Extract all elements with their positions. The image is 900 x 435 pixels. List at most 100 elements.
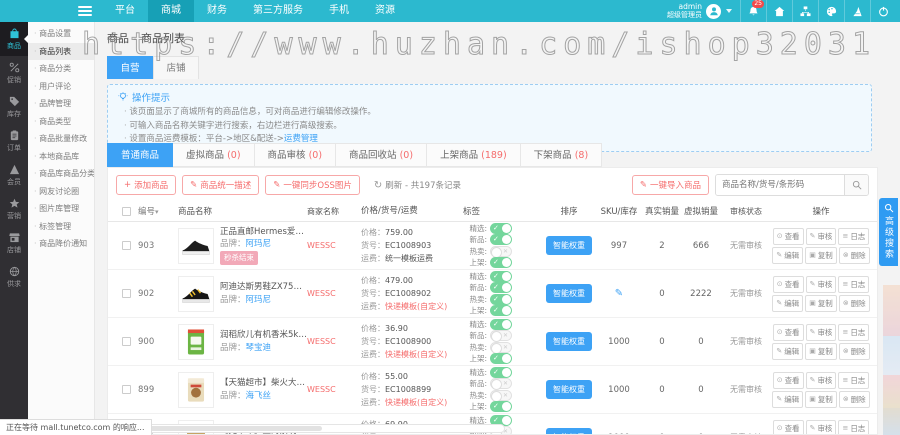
product-name[interactable]: 正品直邮Hermes爱马仕2017新款男鞋 时.. xyxy=(220,226,307,239)
submenu-local-library[interactable]: 本地商品库 xyxy=(28,148,94,166)
add-product-button[interactable]: +添加商品 xyxy=(116,175,176,195)
brand-link[interactable]: 阿玛尼 xyxy=(246,295,272,305)
toggle-hot[interactable] xyxy=(490,294,512,305)
op-view-button[interactable]: ⊙查看 xyxy=(773,372,804,389)
toggle-onsale[interactable] xyxy=(490,353,512,364)
toggle-hot[interactable] xyxy=(490,246,512,257)
merchant-name[interactable]: WESSC xyxy=(307,385,361,394)
toggle-new[interactable] xyxy=(490,282,512,293)
sidebar-item-supply[interactable]: 供求 xyxy=(0,260,28,294)
smart-weight-button[interactable]: 智能权重 xyxy=(546,428,592,435)
advanced-search-button[interactable]: 高级搜索 xyxy=(879,198,898,266)
sidebar-item-order[interactable]: 订单 xyxy=(0,124,28,158)
tab-off-sale[interactable]: 下架商品 (8) xyxy=(521,143,603,167)
sidebar-item-member[interactable]: 会员 xyxy=(0,158,28,192)
op-delete-button[interactable]: ⊗删除 xyxy=(839,295,870,312)
submenu-goods-category[interactable]: 商品分类 xyxy=(28,60,94,78)
toggle-new[interactable] xyxy=(490,234,512,245)
op-delete-button[interactable]: ⊗删除 xyxy=(839,247,870,264)
nav-item-platform[interactable]: 平台 xyxy=(102,0,148,22)
nav-item-resource[interactable]: 资源 xyxy=(362,0,408,22)
op-audit-button[interactable]: ✎审核 xyxy=(806,420,837,435)
brand-link[interactable]: 海飞丝 xyxy=(246,391,272,401)
tab-shops[interactable]: 店铺 xyxy=(153,56,199,79)
toggle-hot[interactable] xyxy=(490,342,512,353)
row-checkbox[interactable] xyxy=(122,385,131,394)
nav-item-mobile[interactable]: 手机 xyxy=(316,0,362,22)
submenu-library-category[interactable]: 商品库商品分类 xyxy=(28,165,94,183)
op-delete-button[interactable]: ⊗删除 xyxy=(839,391,870,408)
avatar[interactable] xyxy=(706,4,721,19)
submenu-goods-list[interactable]: 商品列表 xyxy=(28,43,94,61)
toggle-featured[interactable] xyxy=(490,223,512,234)
op-copy-button[interactable]: ▣复制 xyxy=(805,391,837,408)
merchant-name[interactable]: WESSC xyxy=(307,241,361,250)
row-checkbox[interactable] xyxy=(122,241,131,250)
op-edit-button[interactable]: ✎编辑 xyxy=(772,247,803,264)
clear-icon[interactable] xyxy=(844,0,870,22)
product-name[interactable]: 润稻欣儿有机香米5kg 香稻新米 西班牙大.. xyxy=(220,329,307,342)
tab-recycle-bin[interactable]: 商品回收站 (0) xyxy=(336,143,427,167)
import-products-button[interactable]: ✎一键导入商品 xyxy=(632,175,709,195)
toggle-featured[interactable] xyxy=(490,319,512,330)
oss-sync-button[interactable]: ✎一键同步OSS图片 xyxy=(265,175,360,195)
sidebar-item-promotion[interactable]: 促销 xyxy=(0,56,28,90)
op-copy-button[interactable]: ▣复制 xyxy=(805,295,837,312)
tab-normal-goods[interactable]: 普通商品 xyxy=(107,143,173,167)
refresh-control[interactable]: ↻刷新 - 共197条记录 xyxy=(374,179,461,191)
toggle-onsale[interactable] xyxy=(490,257,512,268)
op-log-button[interactable]: ≡日志 xyxy=(838,228,869,245)
toggle-featured[interactable] xyxy=(490,367,512,378)
submenu-price-notice[interactable]: 商品降价通知 xyxy=(28,235,94,253)
op-view-button[interactable]: ⊙查看 xyxy=(773,324,804,341)
toggle-new[interactable] xyxy=(490,378,512,389)
nav-item-thirdparty[interactable]: 第三方服务 xyxy=(240,0,316,22)
header-id[interactable]: 编号▾ xyxy=(138,205,178,217)
submenu-discussion[interactable]: 网友讨论圈 xyxy=(28,183,94,201)
nav-item-finance[interactable]: 财务 xyxy=(194,0,240,22)
search-input[interactable] xyxy=(716,175,844,195)
sidebar-item-marketing[interactable]: 营销 xyxy=(0,192,28,226)
op-edit-button[interactable]: ✎编辑 xyxy=(772,295,803,312)
select-all-checkbox[interactable] xyxy=(122,207,131,216)
tab-on-sale[interactable]: 上架商品 (189) xyxy=(427,143,521,167)
submenu-image-library[interactable]: 图片库管理 xyxy=(28,200,94,218)
op-log-button[interactable]: ≡日志 xyxy=(838,276,869,293)
op-copy-button[interactable]: ▣复制 xyxy=(805,343,837,360)
submenu-batch-edit[interactable]: 商品批量修改 xyxy=(28,130,94,148)
merchant-name[interactable]: WESSC xyxy=(307,337,361,346)
row-checkbox[interactable] xyxy=(122,289,131,298)
sidebar-item-goods[interactable]: 商品 xyxy=(0,22,28,56)
sidebar-item-shop[interactable]: 店铺 xyxy=(0,226,28,260)
tab-goods-audit[interactable]: 商品审核 (0) xyxy=(255,143,337,167)
toggle-featured[interactable] xyxy=(490,271,512,282)
smart-weight-button[interactable]: 智能权重 xyxy=(546,236,592,255)
op-delete-button[interactable]: ⊗删除 xyxy=(839,343,870,360)
sitemap-icon[interactable] xyxy=(792,0,818,22)
toggle-hot[interactable] xyxy=(490,390,512,401)
theme-icon[interactable] xyxy=(818,0,844,22)
edit-stock-icon[interactable]: ✎ xyxy=(615,288,623,299)
home-icon[interactable] xyxy=(766,0,792,22)
op-audit-button[interactable]: ✎审核 xyxy=(806,276,837,293)
nav-item-mall[interactable]: 商城 xyxy=(148,0,194,22)
op-log-button[interactable]: ≡日志 xyxy=(838,324,869,341)
toggle-onsale[interactable] xyxy=(490,305,512,316)
search-button[interactable] xyxy=(844,175,868,195)
submenu-goods-type[interactable]: 商品类型 xyxy=(28,113,94,131)
submenu-brand-manage[interactable]: 品牌管理 xyxy=(28,95,94,113)
hamburger-icon[interactable] xyxy=(78,6,92,16)
op-edit-button[interactable]: ✎编辑 xyxy=(772,391,803,408)
horizontal-scrollbar[interactable] xyxy=(95,424,505,433)
op-log-button[interactable]: ≡日志 xyxy=(838,420,869,435)
op-view-button[interactable]: ⊙查看 xyxy=(773,420,804,435)
product-name[interactable]: 阿迪达斯男鞋ZX750三叶草xx700型男鞋.. xyxy=(220,281,307,294)
op-copy-button[interactable]: ▣复制 xyxy=(805,247,837,264)
sidebar-item-inventory[interactable]: 库存 xyxy=(0,90,28,124)
bell-icon[interactable]: 25 xyxy=(740,0,766,22)
smart-weight-button[interactable]: 智能权重 xyxy=(546,380,592,399)
op-audit-button[interactable]: ✎审核 xyxy=(806,372,837,389)
toggle-onsale[interactable] xyxy=(490,401,512,412)
op-view-button[interactable]: ⊙查看 xyxy=(773,228,804,245)
op-edit-button[interactable]: ✎编辑 xyxy=(772,343,803,360)
